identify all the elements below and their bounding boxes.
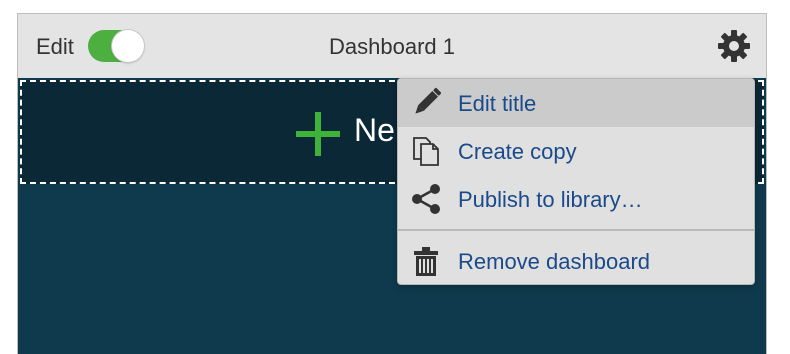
menu-item-label: Publish to library… (458, 187, 643, 212)
plus-icon (296, 112, 340, 156)
menu-item-create-copy[interactable]: Create copy (398, 127, 754, 175)
dashboard-title: Dashboard 1 (329, 34, 455, 59)
copy-icon (413, 137, 439, 166)
new-tile-label: Ne (354, 112, 395, 148)
gear-icon[interactable] (716, 28, 752, 64)
menu-divider (398, 229, 754, 231)
pencil-icon (415, 87, 442, 114)
menu-item-publish-to-library[interactable]: Publish to library… (398, 175, 754, 223)
menu-item-label: Edit title (458, 91, 537, 116)
dashboard-toolbar: Edit Dashboard 1 (18, 14, 766, 78)
menu-item-label: Remove dashboard (458, 249, 651, 274)
menu-item-label: Create copy (458, 139, 577, 164)
trash-icon (414, 247, 438, 276)
menu-item-edit-title[interactable]: Edit title (398, 79, 754, 127)
share-icon (412, 184, 440, 214)
settings-menu: Edit title Create copy Publish to librar… (397, 78, 755, 285)
menu-item-remove-dashboard[interactable]: Remove dashboard (398, 237, 754, 284)
